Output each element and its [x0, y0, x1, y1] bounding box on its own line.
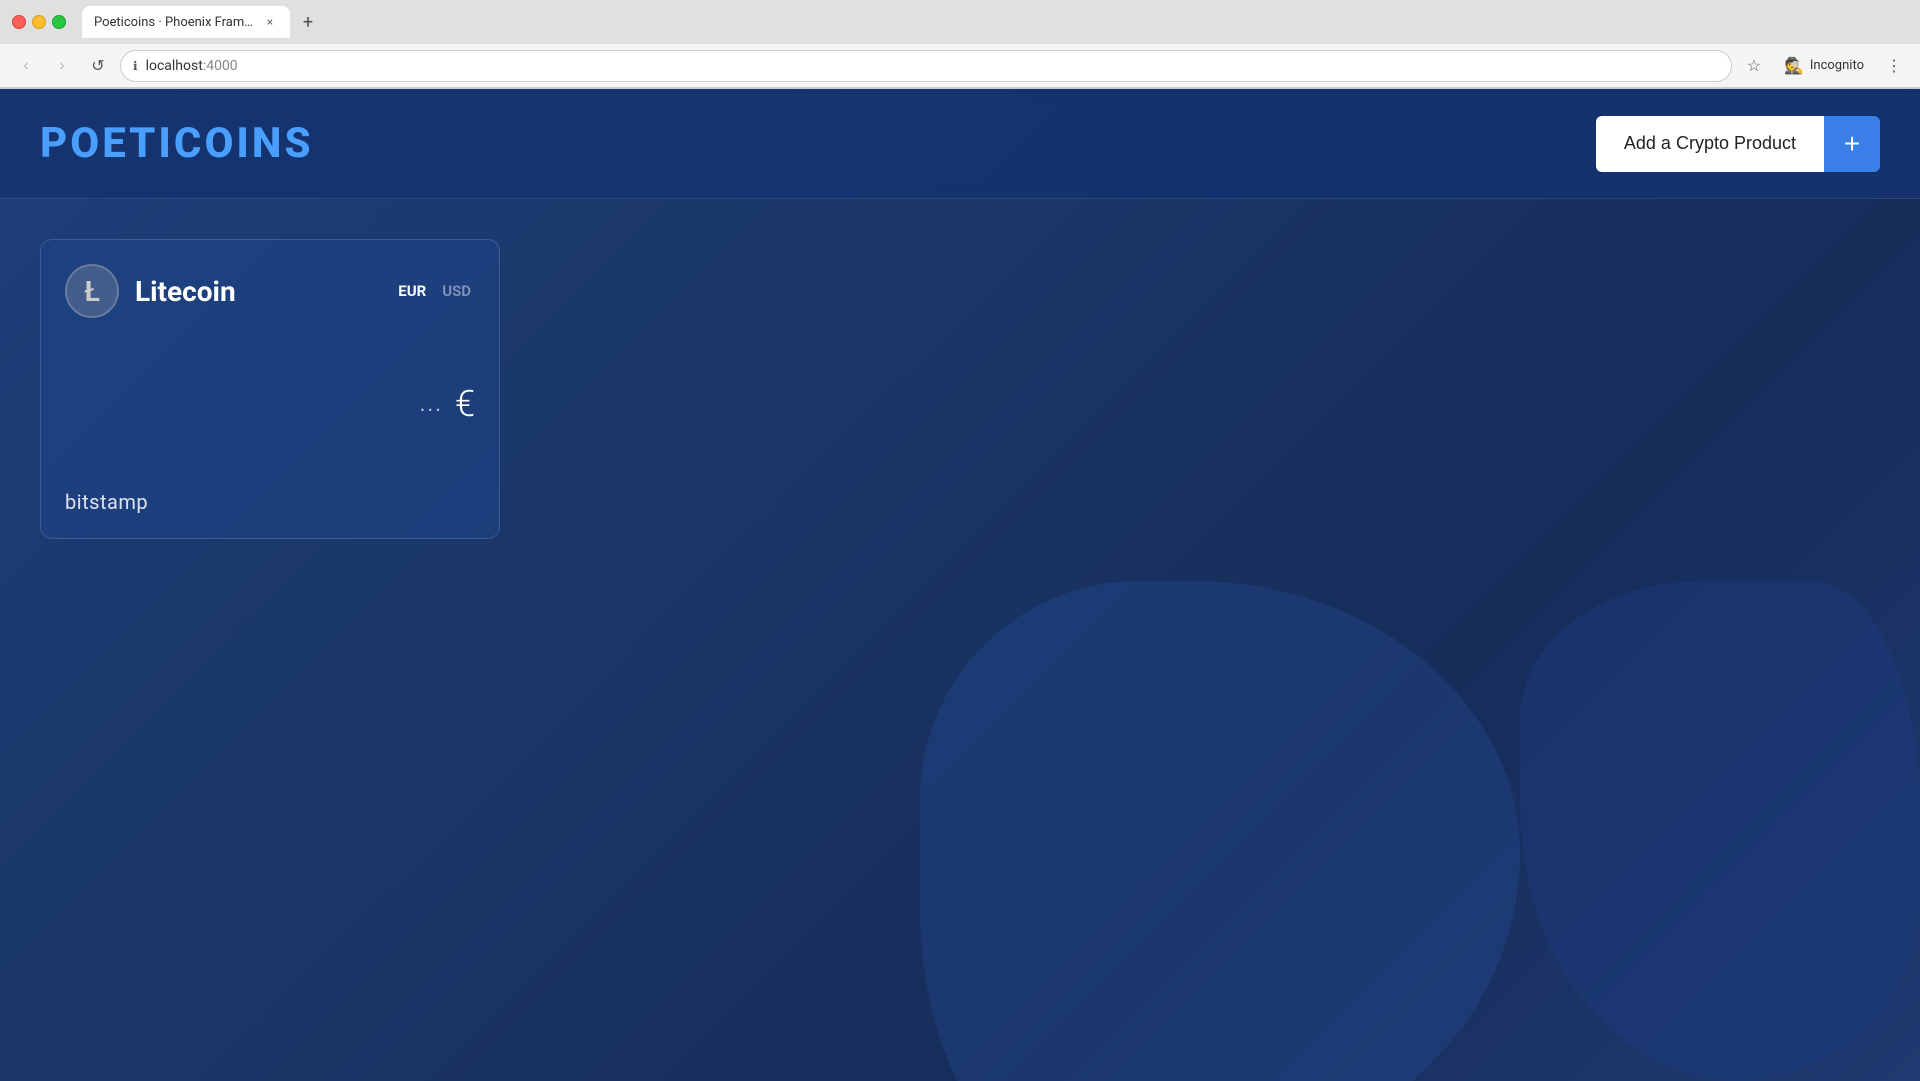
bookmark-button[interactable]: ☆ — [1740, 52, 1768, 80]
price-loading: ... — [420, 392, 443, 417]
header-actions: Add a Crypto Product + — [1596, 116, 1880, 172]
address-bar[interactable]: ℹ localhost:4000 — [120, 50, 1732, 82]
minimize-window-button[interactable] — [32, 15, 46, 29]
eur-tab[interactable]: EUR — [394, 280, 430, 302]
incognito-icon: 🕵 — [1784, 56, 1804, 75]
browser-titlebar: Poeticoins · Phoenix Framewor × + — [0, 0, 1920, 44]
app-header: POETICOINS Add a Crypto Product + — [0, 89, 1920, 199]
new-tab-button[interactable]: + — [294, 8, 322, 36]
bg-decoration-1 — [920, 581, 1520, 1081]
traffic-lights — [12, 15, 66, 29]
forward-button[interactable]: › — [48, 52, 76, 80]
incognito-label: Incognito — [1810, 58, 1864, 73]
reload-button[interactable]: ↺ — [84, 52, 112, 80]
usd-tab[interactable]: USD — [438, 280, 475, 302]
card-top: Ł Litecoin EUR USD — [65, 264, 475, 318]
tab-bar: Poeticoins · Phoenix Framewor × + — [82, 6, 1908, 38]
currency-tabs: EUR USD — [394, 280, 475, 302]
active-tab[interactable]: Poeticoins · Phoenix Framewor × — [82, 6, 290, 38]
app-logo: POETICOINS — [40, 119, 314, 168]
app-main: Ł Litecoin EUR USD ... € bitstamp — [0, 199, 1920, 579]
tab-close-button[interactable]: × — [262, 14, 278, 30]
card-coin-info: Ł Litecoin — [65, 264, 236, 318]
coin-name: Litecoin — [135, 275, 236, 308]
exchange-name: bitstamp — [65, 490, 148, 514]
card-price-area: ... € — [65, 383, 475, 425]
add-plus-button[interactable]: + — [1824, 116, 1880, 172]
bg-decoration-2 — [1520, 581, 1920, 1081]
app-wrapper: POETICOINS Add a Crypto Product + Ł Lite… — [0, 89, 1920, 1081]
close-window-button[interactable] — [12, 15, 26, 29]
browser-menu-button[interactable]: ⋮ — [1880, 52, 1908, 80]
back-button[interactable]: ‹ — [12, 52, 40, 80]
incognito-area[interactable]: 🕵 Incognito — [1776, 52, 1872, 79]
card-bottom: bitstamp — [65, 490, 475, 514]
price-currency-symbol: € — [455, 383, 475, 425]
tab-title: Poeticoins · Phoenix Framewor — [94, 15, 254, 30]
litecoin-card[interactable]: Ł Litecoin EUR USD ... € bitstamp — [40, 239, 500, 539]
browser-toolbar: ‹ › ↺ ℹ localhost:4000 ☆ 🕵 Incognito ⋮ — [0, 44, 1920, 88]
add-crypto-product-button[interactable]: Add a Crypto Product — [1596, 116, 1824, 172]
address-text: localhost:4000 — [146, 58, 238, 74]
lock-icon: ℹ — [133, 59, 138, 73]
browser-chrome: Poeticoins · Phoenix Framewor × + ‹ › ↺ … — [0, 0, 1920, 89]
maximize-window-button[interactable] — [52, 15, 66, 29]
litecoin-icon: Ł — [65, 264, 119, 318]
